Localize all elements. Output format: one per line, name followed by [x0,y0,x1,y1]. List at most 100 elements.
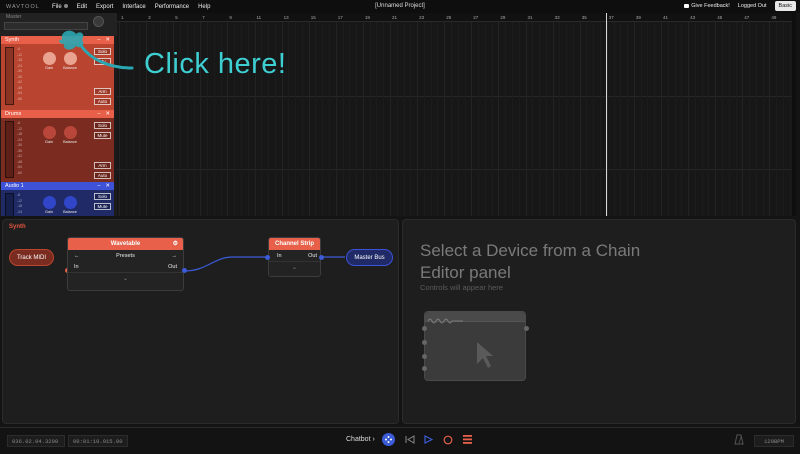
track-drums[interactable]: Drums – ✕ -6 -12 -18 -24 -30 -36 -42 -48 -54 -60 G… [1,110,114,182]
chatbot-toggle[interactable]: Chatbot › [346,436,375,443]
timeline-scrollbar[interactable] [792,13,796,216]
expand-chevron-icon[interactable]: ⌄ [68,272,183,284]
position-time-readout[interactable]: 00:01:10.915.00 [68,435,128,447]
grid-line-minor [342,22,344,216]
ruler-bar-label: 39 [635,15,641,20]
mode-basic-button[interactable]: Basic [774,1,796,11]
wavetable-node[interactable]: Wavetable ⚙ ← Presets → In Out ⌄ [67,237,184,291]
track-header[interactable]: Drums – ✕ [1,110,114,118]
mute-button[interactable]: Mute [94,203,111,210]
grid-line [742,22,744,216]
play-icon[interactable] [424,435,433,444]
menu-performance[interactable]: Performance [155,4,189,10]
grid-line-minor [376,22,378,216]
arrangement-timeline[interactable]: 1 3 5 7 9 11 13 15 17 19 21 23 25 27 29 31 33 35 37 39 41 43 4… [117,13,796,216]
minimize-icon[interactable]: – [97,111,100,117]
bar-ruler[interactable]: 1 3 5 7 9 11 13 15 17 19 21 23 25 27 29 31 33 35 37 39 41 43 4… [117,13,796,22]
grid-line [308,22,310,216]
out-label: Out [168,263,177,270]
balance-knob[interactable]: Balance [59,196,81,214]
loop-list-icon[interactable] [463,435,472,444]
in-label: In [277,252,282,259]
gain-knob[interactable]: Gain [38,196,60,214]
grid-line-minor [586,22,588,216]
grid-line [552,22,554,216]
preset-selector[interactable]: ← Presets → [68,250,183,261]
grid-line-minor [654,22,656,216]
grid-line-minor [782,22,784,216]
grid-line-minor [647,22,649,216]
grid-line-minor [518,22,520,216]
channel-strip-header[interactable]: Channel Strip [269,238,320,250]
solo-button[interactable]: Solo [94,122,111,129]
position-bars-readout[interactable]: 036.02.04.3200 [7,435,65,447]
ruler-bar-label: 5 [175,15,178,20]
grid-line-minor [728,22,730,216]
auto-button[interactable]: Auto [94,98,111,105]
wavetable-header[interactable]: Wavetable ⚙ [68,238,183,250]
grid-line-minor [755,22,757,216]
solo-button[interactable]: Solo [94,193,111,200]
gain-knob[interactable]: Gain [38,126,60,144]
close-icon[interactable]: ✕ [105,111,110,117]
record-icon[interactable] [443,435,453,445]
out-label: Out [308,252,317,259]
grid-line-minor [559,22,561,216]
ruler-bar-label: 37 [608,15,614,20]
wavetable-out-port[interactable] [182,268,187,273]
ruler-bar-label: 1 [121,15,124,20]
track-audio-1[interactable]: Audio 1 – ✕ -6 -12 -18 -24 Gain Balance Solo… [1,182,114,216]
grid-line [579,22,581,216]
ruler-bar-label: 23 [419,15,425,20]
balance-knob[interactable]: Balance [59,126,81,144]
ruler-bar-label: 13 [283,15,289,20]
feedback-link[interactable]: Give Feedback! [684,3,730,9]
chat-bubble-icon [684,3,690,8]
master-bus-pill[interactable]: Master Bus [346,249,393,266]
ruler-bar-label: 15 [310,15,316,20]
ruler-bar-label: 45 [717,15,723,20]
menu-interface[interactable]: Interface [122,4,145,10]
track-midi-pill[interactable]: Track MIDI [9,249,54,266]
arrow-stroke [78,42,134,70]
ruler-bar-label: 29 [500,15,506,20]
menu-file[interactable]: File [52,4,68,10]
ruler-bar-label: 31 [527,15,533,20]
close-icon[interactable]: ✕ [105,183,110,189]
connection-wavetable-to-strip [183,256,267,272]
grid-line-minor [423,22,425,216]
rewind-icon[interactable] [404,435,415,444]
menu-help[interactable]: Help [198,4,210,10]
tempo-readout[interactable]: 120BPM [754,435,794,447]
grid-line-minor [410,22,412,216]
arm-button[interactable]: Arm [94,162,111,169]
level-meter [5,121,14,178]
mute-button[interactable]: Mute [94,132,111,139]
chatbot-icon[interactable] [382,433,395,446]
channel-strip-node[interactable]: Channel Strip In Out ⌄ [268,237,321,277]
menu-export[interactable]: Export [96,4,113,10]
device-settings-icon[interactable]: ⚙ [173,240,178,247]
ruler-bar-label: 43 [690,15,696,20]
grid-line-minor [735,22,737,216]
strip-out-port[interactable] [319,255,324,260]
expand-chevron-icon[interactable]: ⌄ [269,261,320,273]
auto-button[interactable]: Auto [94,172,111,179]
arm-button[interactable]: Arm [94,88,111,95]
login-status[interactable]: Logged Out [738,3,767,9]
grid-line-minor [566,22,568,216]
track-header[interactable]: Audio 1 – ✕ [1,182,114,190]
grid-line [525,22,527,216]
next-preset-icon[interactable]: → [172,253,178,259]
strip-in-port[interactable] [265,255,270,260]
in-label: In [74,263,79,270]
channel-strip-io: In Out [269,250,320,261]
grid-line [417,22,419,216]
menu-edit[interactable]: Edit [77,4,87,10]
grid-line-minor [288,22,290,216]
minimize-icon[interactable]: – [97,183,100,189]
metronome-icon[interactable] [734,434,744,445]
prev-preset-icon[interactable]: ← [74,253,80,259]
grid-line-minor [593,22,595,216]
ruler-bar-label: 25 [446,15,452,20]
